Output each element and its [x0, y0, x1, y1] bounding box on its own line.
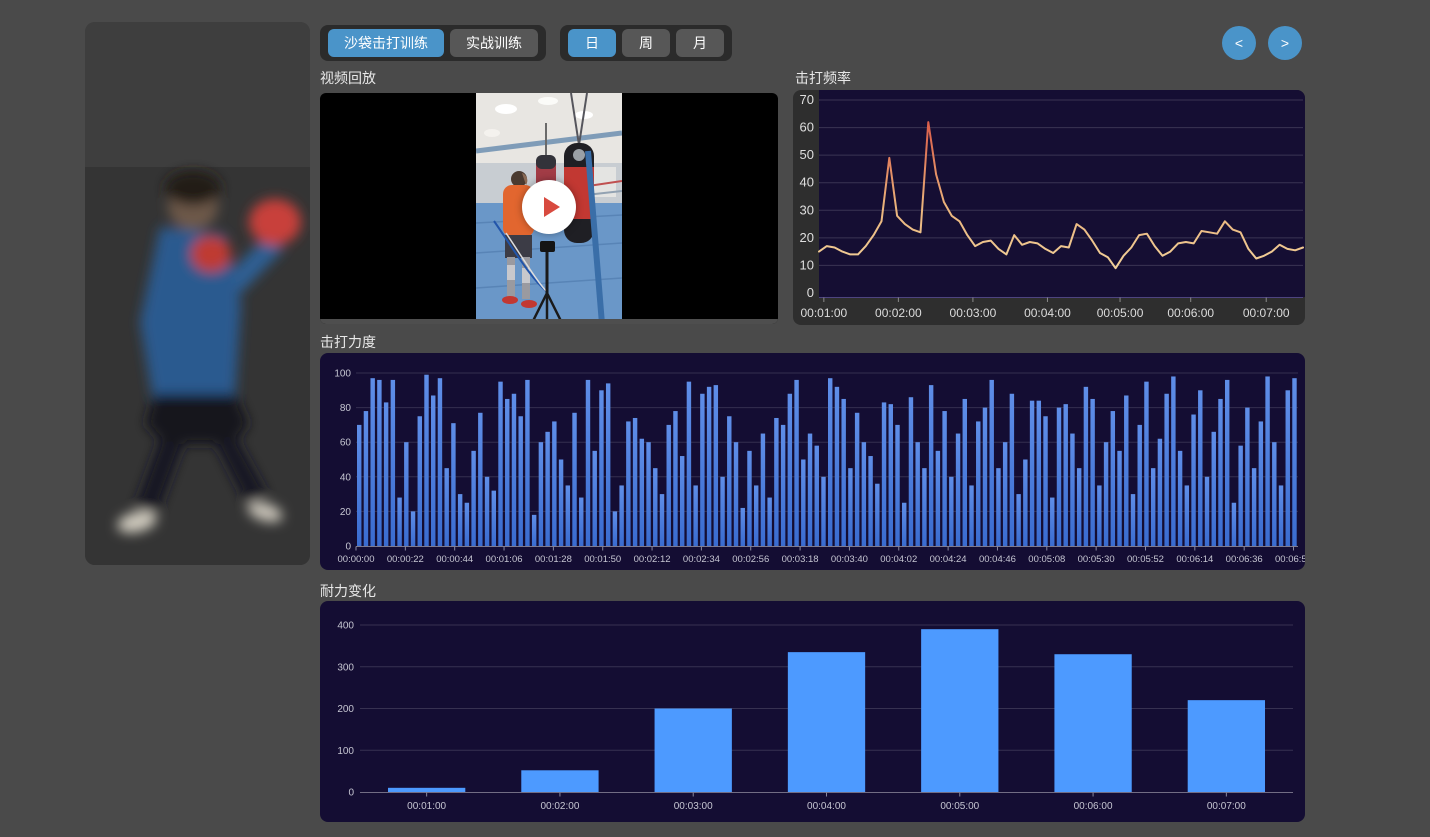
svg-text:40: 40 — [340, 472, 352, 483]
svg-text:00:01:00: 00:01:00 — [800, 306, 847, 320]
play-button[interactable] — [522, 180, 576, 234]
training-mode-tab-group: 沙袋击打训练 实战训练 — [320, 25, 546, 61]
hit-frequency-chart-panel: 0 10 20 30 40 50 60 70 00:01:00 00:02:00 00:03:00 0… — [793, 90, 1305, 325]
frequency-section-title: 击打频率 — [795, 70, 851, 86]
endurance-chart: 0 100 200 300 400 00:01:00 00:02:00 00:03:00 00:… — [320, 601, 1305, 822]
chevron-right-icon: > — [1281, 35, 1289, 51]
tab-sparring-training[interactable]: 实战训练 — [450, 29, 538, 57]
svg-text:80: 80 — [340, 403, 352, 414]
hit-force-chart-panel: 0 20 40 60 80 100 00:00:00 00:00:22 00:00:44 00:0… — [320, 353, 1305, 570]
svg-text:00:05:08: 00:05:08 — [1028, 554, 1065, 565]
svg-text:00:07:00: 00:07:00 — [1243, 306, 1290, 320]
svg-text:100: 100 — [334, 369, 351, 380]
svg-text:00:06:58: 00:06:58 — [1275, 554, 1305, 565]
athlete-photo-panel — [85, 22, 310, 565]
svg-text:00:01:00: 00:01:00 — [407, 801, 446, 812]
tab-day[interactable]: 日 — [568, 29, 616, 57]
svg-text:00:04:00: 00:04:00 — [807, 801, 846, 812]
svg-text:00:05:00: 00:05:00 — [1097, 306, 1144, 320]
video-controls-strip — [320, 319, 778, 324]
svg-text:00:06:36: 00:06:36 — [1226, 554, 1263, 565]
endurance-chart-panel: 0 100 200 300 400 00:01:00 00:02:00 00:03:00 00:… — [320, 601, 1305, 822]
chevron-left-icon: < — [1235, 35, 1243, 51]
svg-text:00:05:00: 00:05:00 — [940, 801, 979, 812]
hit-frequency-chart: 0 10 20 30 40 50 60 70 00:01:00 00:02:00 00:03:00 0… — [793, 90, 1305, 325]
svg-text:00:01:28: 00:01:28 — [535, 554, 572, 565]
play-icon — [544, 197, 560, 217]
svg-text:00:06:00: 00:06:00 — [1167, 306, 1214, 320]
svg-text:30: 30 — [800, 202, 814, 217]
svg-text:50: 50 — [800, 147, 814, 162]
svg-text:00:02:34: 00:02:34 — [683, 554, 720, 565]
hit-force-chart: 0 20 40 60 80 100 00:00:00 00:00:22 00:00:44 00:0… — [320, 353, 1305, 570]
svg-text:00:02:12: 00:02:12 — [634, 554, 671, 565]
svg-text:00:05:52: 00:05:52 — [1127, 554, 1164, 565]
period-tab-group: 日 周 月 — [560, 25, 732, 61]
svg-text:200: 200 — [337, 704, 354, 715]
svg-text:0: 0 — [348, 788, 354, 799]
svg-text:00:00:44: 00:00:44 — [436, 554, 473, 565]
svg-text:60: 60 — [800, 120, 814, 135]
next-button[interactable]: > — [1268, 26, 1302, 60]
svg-text:10: 10 — [800, 257, 814, 272]
tab-month[interactable]: 月 — [676, 29, 724, 57]
svg-text:00:00:22: 00:00:22 — [387, 554, 424, 565]
force-section-title: 击打力度 — [320, 334, 376, 350]
svg-text:100: 100 — [337, 746, 354, 757]
prev-button[interactable]: < — [1222, 26, 1256, 60]
svg-text:40: 40 — [800, 175, 814, 190]
svg-text:00:01:50: 00:01:50 — [584, 554, 621, 565]
svg-text:00:03:40: 00:03:40 — [831, 554, 868, 565]
svg-text:70: 70 — [800, 92, 814, 107]
tab-week[interactable]: 周 — [622, 29, 670, 57]
svg-text:00:03:18: 00:03:18 — [782, 554, 819, 565]
video-section-title: 视频回放 — [320, 70, 376, 86]
endurance-section-title: 耐力变化 — [320, 583, 376, 599]
svg-text:00:00:00: 00:00:00 — [338, 554, 375, 565]
svg-text:00:06:14: 00:06:14 — [1176, 554, 1213, 565]
svg-text:00:04:46: 00:04:46 — [979, 554, 1016, 565]
svg-text:00:02:00: 00:02:00 — [540, 801, 579, 812]
boxing-training-dashboard: 沙袋击打训练 实战训练 日 周 月 < > 视频回放 击打频率 击打力度 耐力变… — [0, 0, 1430, 837]
svg-text:00:03:00: 00:03:00 — [674, 801, 713, 812]
athlete-photo — [85, 22, 310, 565]
svg-text:00:04:00: 00:04:00 — [1024, 306, 1071, 320]
svg-text:20: 20 — [800, 230, 814, 245]
svg-text:20: 20 — [340, 507, 352, 518]
svg-text:00:04:02: 00:04:02 — [880, 554, 917, 565]
svg-text:0: 0 — [807, 285, 814, 300]
tab-sandbag-training[interactable]: 沙袋击打训练 — [328, 29, 444, 57]
svg-text:00:01:06: 00:01:06 — [486, 554, 523, 565]
svg-text:00:03:00: 00:03:00 — [950, 306, 997, 320]
svg-text:00:04:24: 00:04:24 — [930, 554, 967, 565]
svg-text:300: 300 — [337, 662, 354, 673]
svg-text:00:06:00: 00:06:00 — [1074, 801, 1113, 812]
video-player[interactable] — [320, 93, 778, 324]
svg-text:400: 400 — [337, 621, 354, 632]
svg-text:00:05:30: 00:05:30 — [1078, 554, 1115, 565]
svg-text:00:02:56: 00:02:56 — [732, 554, 769, 565]
svg-text:00:07:00: 00:07:00 — [1207, 801, 1246, 812]
svg-text:00:02:00: 00:02:00 — [875, 306, 922, 320]
svg-text:0: 0 — [345, 542, 351, 553]
svg-text:60: 60 — [340, 438, 352, 449]
